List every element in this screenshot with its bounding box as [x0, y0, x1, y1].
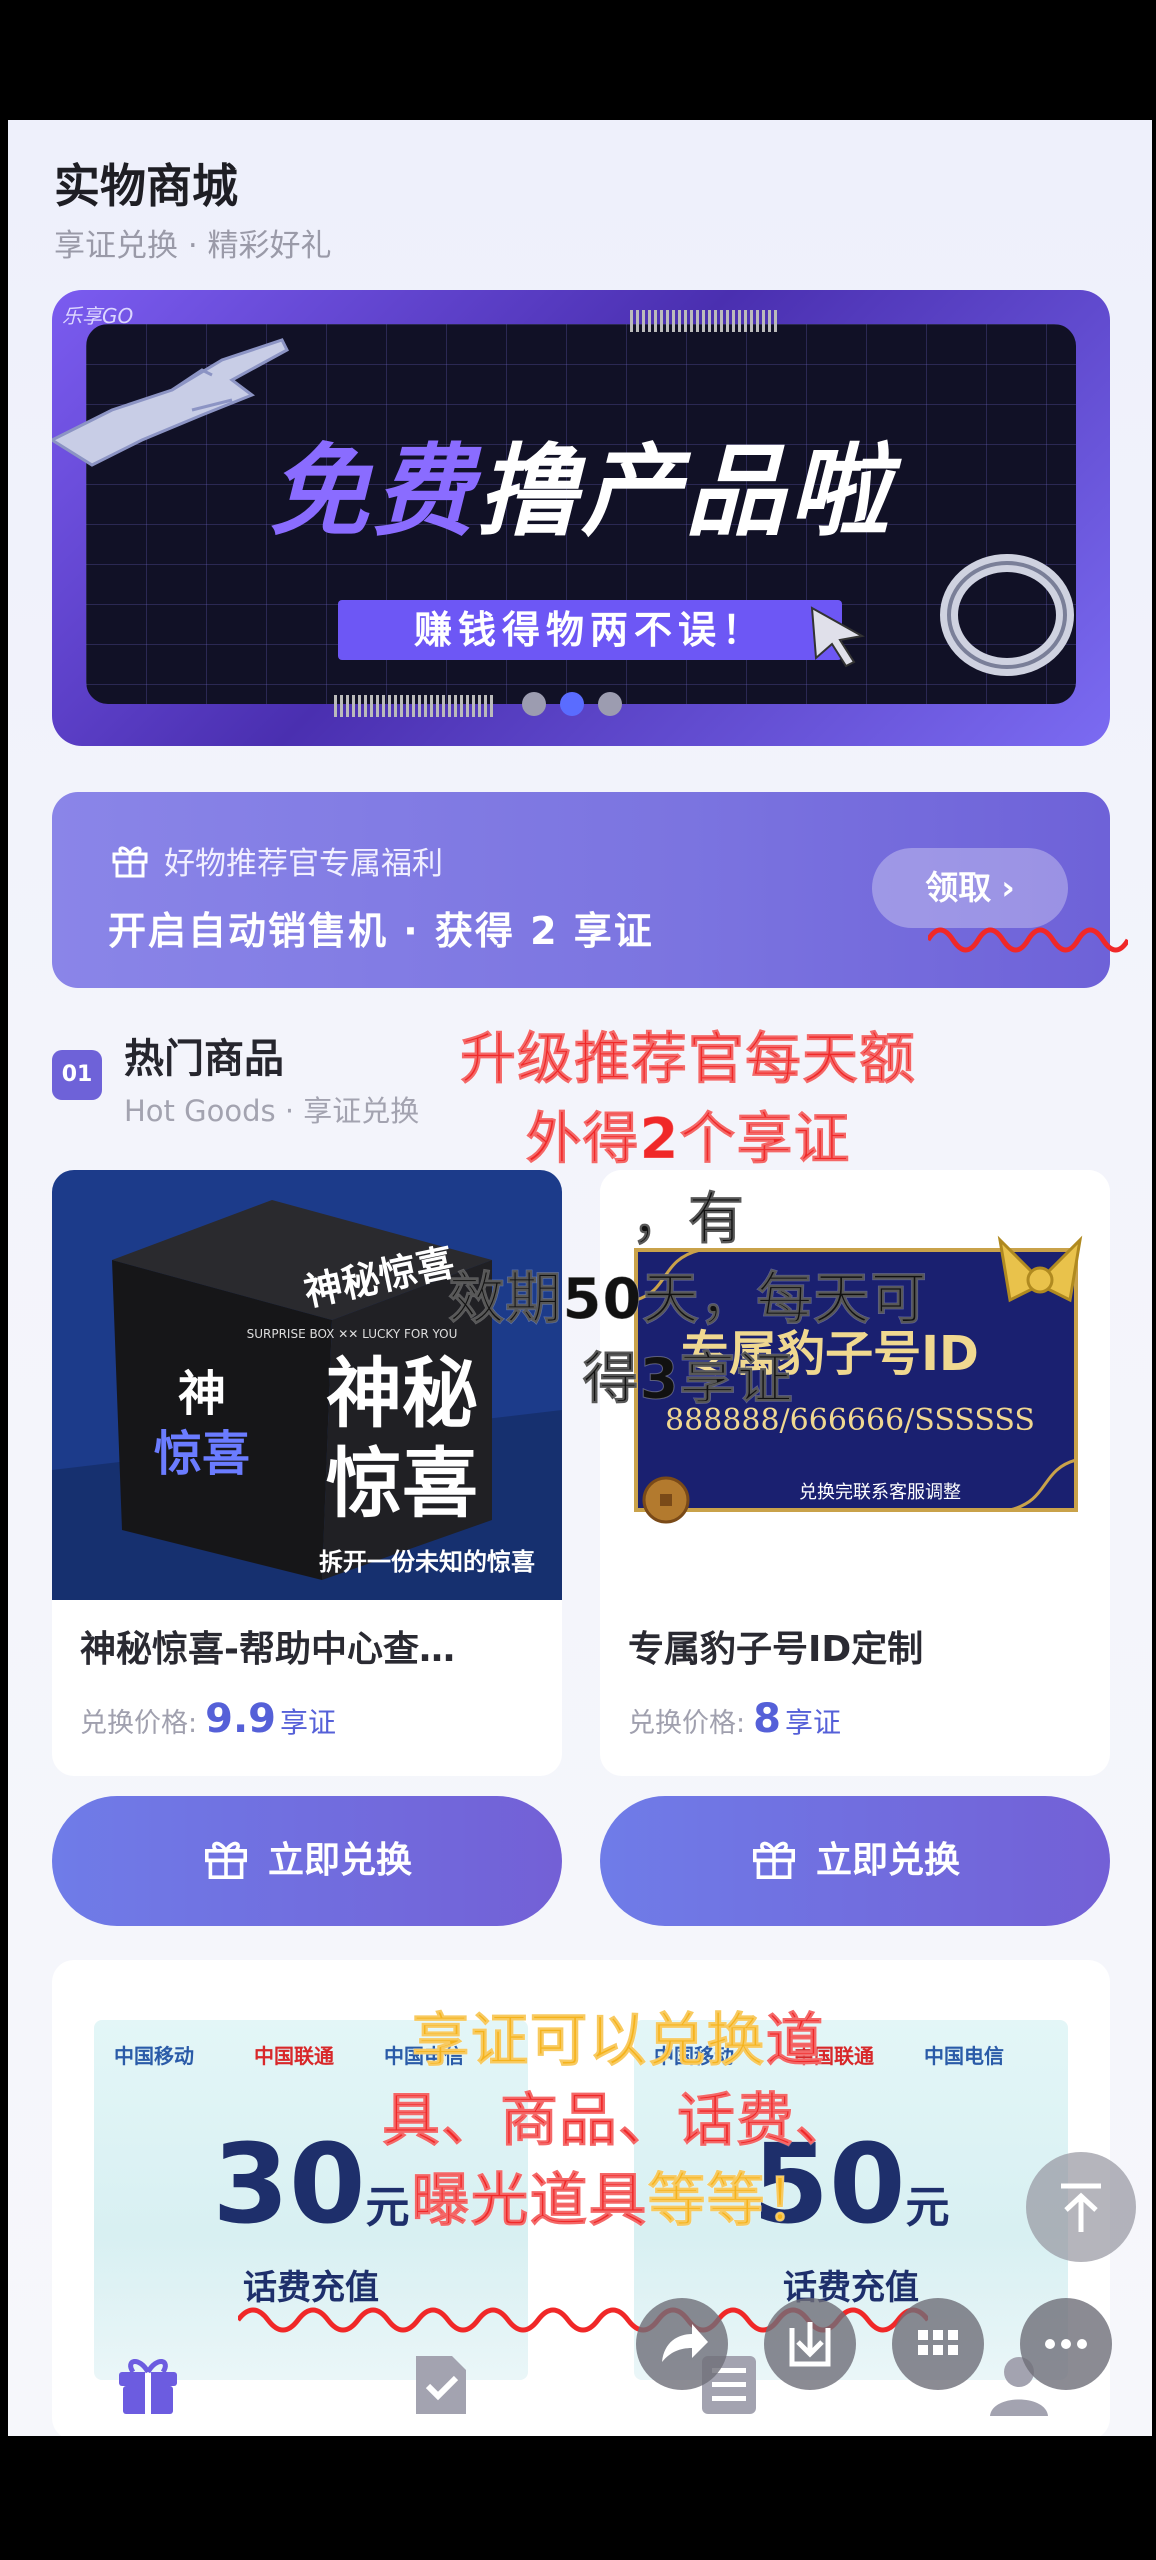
- cursor-icon: [810, 606, 865, 668]
- mall-screen: 实物商城 享证兑换 · 精彩好礼 乐享GO 免费撸产品啦 赚钱得物两不误！ 好物…: [8, 120, 1152, 2436]
- annotation-text: 享证可以兑换道 具、商品、话费、 曝光道具等等！: [381, 2006, 854, 2235]
- gift-icon: [112, 846, 148, 878]
- page-title: 实物商城: [54, 159, 238, 213]
- section-subtitle: Hot Goods · 享证兑换: [124, 1094, 420, 1128]
- gift-icon: [752, 1841, 795, 1879]
- download-icon: [789, 2322, 831, 2367]
- check-doc-icon[interactable]: [406, 2350, 476, 2420]
- pagination-dot[interactable]: [598, 692, 622, 716]
- apps-button[interactable]: [892, 2298, 984, 2390]
- ring-decoration: [940, 554, 1074, 676]
- barcode-decoration: [334, 695, 494, 717]
- arrow-up-icon: [1061, 2183, 1101, 2232]
- svg-text:惊喜: 惊喜: [326, 1439, 478, 1528]
- share-icon: [662, 2324, 708, 2362]
- welfare-headline: 开启自动销售机 · 获得 2 享证: [108, 909, 654, 953]
- more-button[interactable]: [1020, 2298, 1112, 2390]
- product-price: 兑换价格: 8 享证: [628, 1696, 841, 1742]
- banner-title: 免费撸产品啦: [269, 433, 893, 550]
- barcode-decoration: [630, 310, 778, 332]
- promo-banner[interactable]: 乐享GO 免费撸产品啦 赚钱得物两不误！: [52, 290, 1110, 746]
- banner-pagination: [522, 692, 622, 716]
- page-subtitle: 享证兑换 · 精彩好礼: [54, 228, 332, 264]
- exchange-now-button[interactable]: 立即兑换: [600, 1796, 1110, 1926]
- welfare-label: 好物推荐官专属福利: [164, 846, 443, 882]
- gift-icon[interactable]: [113, 2350, 183, 2420]
- svg-text:拆开一份未知的惊喜: 拆开一份未知的惊喜: [319, 1548, 535, 1576]
- grid-icon: [918, 2330, 958, 2355]
- claim-button[interactable]: 领取 ›: [872, 848, 1068, 928]
- download-button[interactable]: [764, 2298, 856, 2390]
- svg-text:神: 神: [178, 1366, 226, 1422]
- more-icon: [1045, 2339, 1087, 2349]
- section-title: 热门商品: [124, 1036, 284, 1082]
- scroll-to-top-button[interactable]: [1026, 2152, 1136, 2262]
- product-name: 专属豹子号ID定制: [628, 1629, 924, 1670]
- bottom-black-area: [0, 2436, 1156, 2560]
- chevron-right-icon: ›: [1001, 868, 1015, 907]
- share-button[interactable]: [636, 2298, 728, 2390]
- carrier-logo: 中国电信: [924, 2044, 1004, 2068]
- status-bar-area: [0, 0, 1156, 120]
- carrier-logo: 中国移动: [114, 2044, 194, 2068]
- exchange-now-button[interactable]: 立即兑换: [52, 1796, 562, 1926]
- svg-text:惊喜: 惊喜: [154, 1426, 250, 1482]
- product-name: 神秘惊喜-帮助中心查…: [80, 1629, 455, 1670]
- pagination-dot[interactable]: [522, 692, 546, 716]
- product-price: 兑换价格: 9.9 享证: [80, 1696, 336, 1742]
- section-number-badge: 01: [52, 1050, 102, 1100]
- banner-slogan: 赚钱得物两不误！: [338, 600, 842, 660]
- gift-icon: [204, 1841, 247, 1879]
- annotation-text: 升级推荐官每天额 外得2个享证 ，有 效期50天，每天可 得3享证: [448, 1027, 928, 1413]
- pagination-dot-active[interactable]: [560, 692, 584, 716]
- red-wave-decoration: [928, 927, 1128, 953]
- svg-text:兑换完联系客服调整: 兑换完联系客服调整: [799, 1482, 961, 1503]
